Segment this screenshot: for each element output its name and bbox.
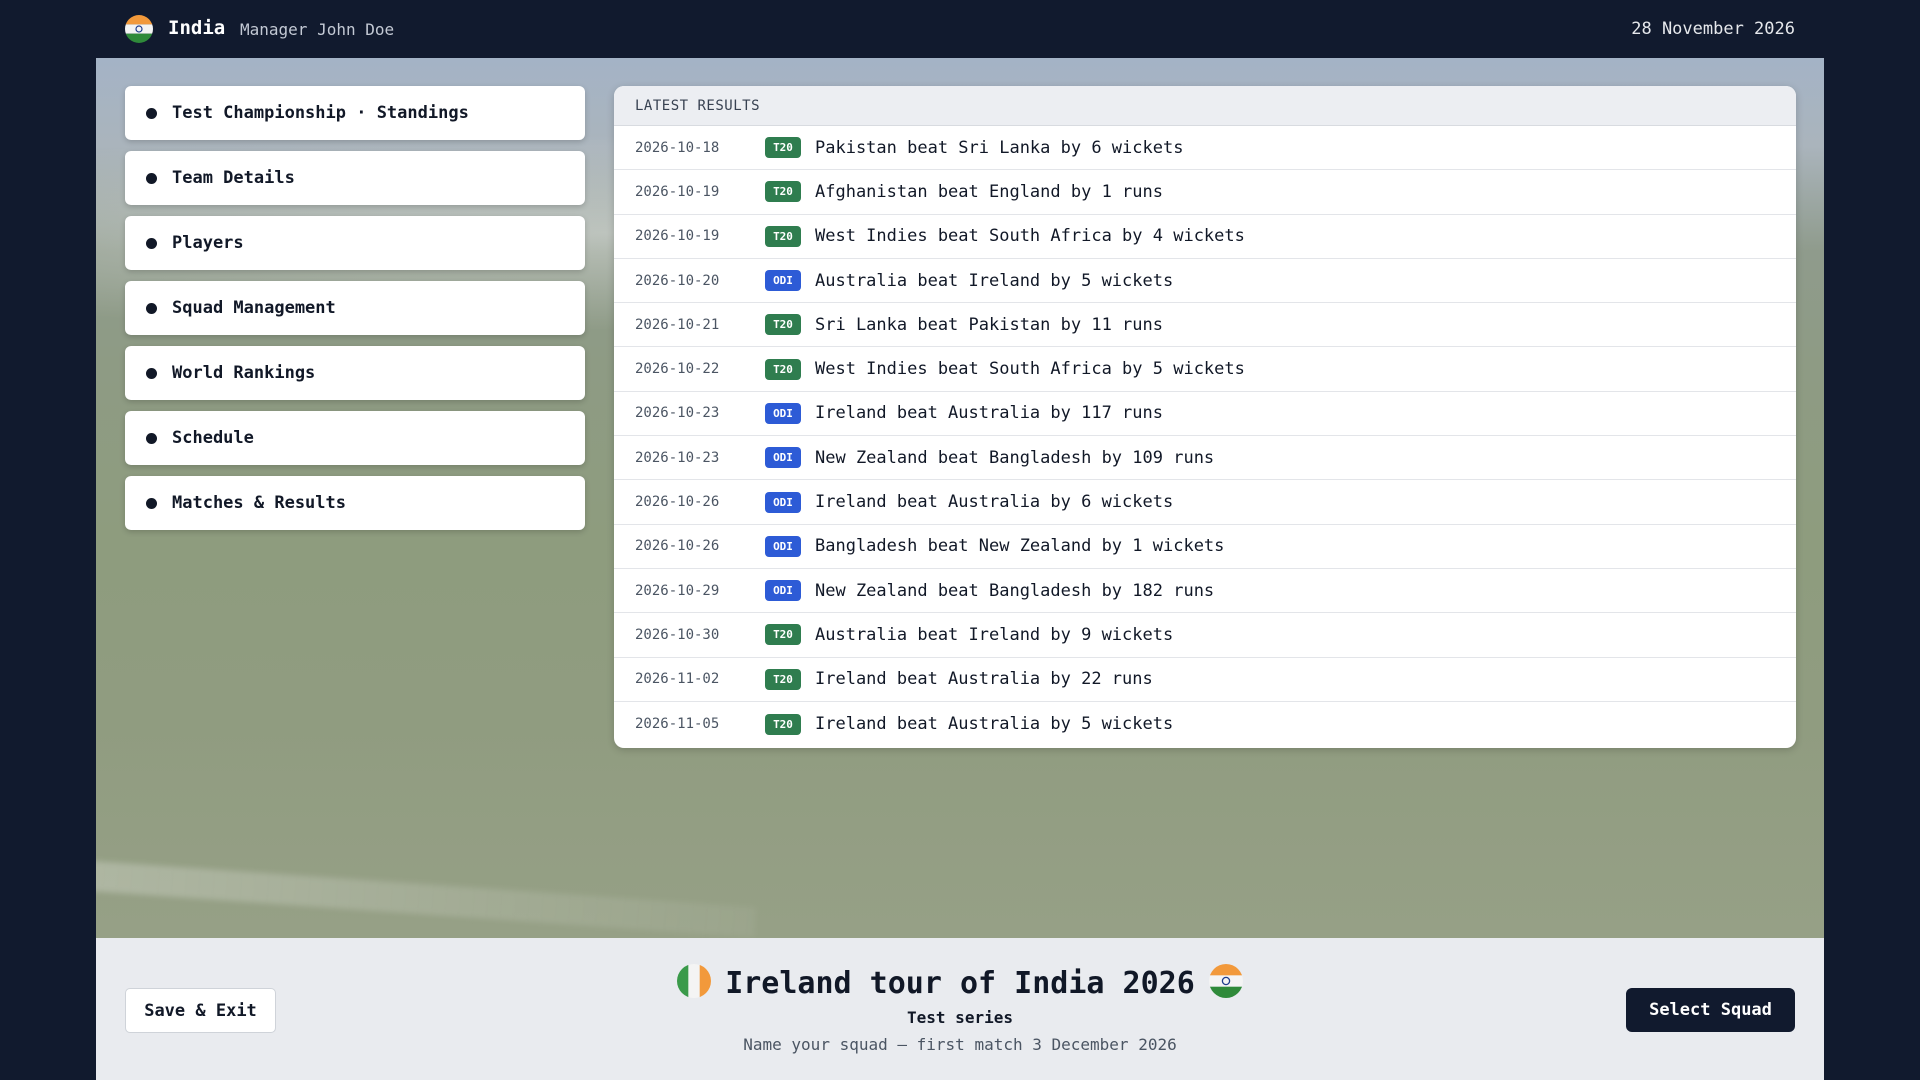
bullet-icon: [146, 107, 157, 119]
result-date: 2026-10-26: [635, 494, 720, 511]
result-row: 2026-10-20 ODI Australia beat Ireland by 5…: [614, 259, 1796, 304]
result-text: New Zealand beat Bangladesh by 182 runs: [815, 580, 1215, 601]
format-badge: ODI: [765, 491, 801, 513]
manager-name: Manager John Doe: [240, 20, 395, 39]
format-badge: T20: [765, 668, 801, 690]
result-row: 2026-10-26 ODI Bangladesh beat New Zealand…: [614, 525, 1796, 569]
tour-info: Ireland tour of India 2026 Test series N…: [96, 964, 1824, 1054]
result-date: 2026-10-23: [635, 449, 720, 466]
bottom-panel: Save & Exit Ireland tour of India 2026 T…: [96, 938, 1824, 1080]
result-date: 2026-10-30: [635, 626, 720, 643]
result-date: 2026-10-20: [635, 272, 720, 289]
result-row: 2026-11-02 T20 Ireland beat Australia by 2…: [614, 658, 1796, 702]
menu-item-matches-results[interactable]: Matches & Results: [125, 476, 585, 530]
format-badge: ODI: [765, 402, 801, 424]
result-date: 2026-10-19: [635, 228, 720, 245]
tour-title: Ireland tour of India 2026: [725, 965, 1195, 1001]
result-date: 2026-10-23: [635, 405, 720, 422]
format-badge: T20: [765, 314, 801, 336]
format-badge: ODI: [765, 447, 801, 469]
result-row: 2026-10-23 ODI Ireland beat Australia by 1…: [614, 392, 1796, 437]
result-text: Bangladesh beat New Zealand by 1 wickets: [815, 536, 1225, 557]
menu-item-label: Team Details: [172, 168, 295, 188]
result-date: 2026-10-26: [635, 538, 720, 555]
series-type: Test series: [907, 1008, 1013, 1027]
result-row: 2026-11-05 T20 Ireland beat Australia by 5…: [614, 702, 1796, 746]
menu-item-team-details[interactable]: Team Details: [125, 151, 585, 205]
menu-item-players[interactable]: Players: [125, 216, 585, 270]
bullet-icon: [146, 432, 157, 444]
result-text: Sri Lanka beat Pakistan by 11 runs: [815, 314, 1163, 335]
ireland-flag-icon: [677, 964, 712, 1002]
result-date: 2026-10-29: [635, 582, 720, 599]
menu-item-label: Schedule: [172, 428, 254, 448]
result-row: 2026-10-23 ODI New Zealand beat Bangladesh…: [614, 436, 1796, 481]
result-row: 2026-10-21 T20 Sri Lanka beat Pakistan by …: [614, 303, 1796, 348]
india-flag-icon: [1208, 964, 1243, 1002]
menu-item-label: Squad Management: [172, 298, 336, 318]
result-text: Ireland beat Australia by 5 wickets: [815, 714, 1174, 734]
result-text: Ireland beat Australia by 22 runs: [815, 669, 1153, 690]
menu-item-schedule[interactable]: Schedule: [125, 411, 585, 465]
bullet-icon: [146, 172, 157, 184]
current-date: 28 November 2026: [1631, 19, 1795, 39]
latest-results-panel: LATEST RESULTS 2026-10-18 T20 Pakistan bea…: [614, 86, 1796, 748]
result-row: 2026-10-19 T20 Afghanistan beat England by…: [614, 170, 1796, 215]
result-row: 2026-10-18 T20 Pakistan beat Sri Lanka by …: [614, 126, 1796, 171]
result-text: New Zealand beat Bangladesh by 109 runs: [815, 447, 1215, 468]
bullet-icon: [146, 367, 157, 379]
bullet-icon: [146, 497, 157, 509]
menu-item-label: Test Championship · Standings: [172, 103, 469, 123]
result-row: 2026-10-19 T20 West Indies beat South Afri…: [614, 215, 1796, 259]
squad-instruction: Name your squad — first match 3 December…: [743, 1035, 1177, 1054]
main-menu: Test Championship · Standings Team Detai…: [125, 86, 585, 541]
result-row: 2026-10-29 ODI New Zealand beat Bangladesh…: [614, 569, 1796, 614]
menu-item-world-rankings[interactable]: World Rankings: [125, 346, 585, 400]
menu-item-label: Players: [172, 233, 244, 253]
result-text: Afghanistan beat England by 1 runs: [815, 181, 1163, 202]
format-badge: T20: [765, 358, 801, 380]
menu-item-standings[interactable]: Test Championship · Standings: [125, 86, 585, 140]
result-row: 2026-10-30 T20 Australia beat Ireland by 9…: [614, 613, 1796, 658]
format-badge: ODI: [765, 535, 801, 557]
result-text: Ireland beat Australia by 6 wickets: [815, 492, 1174, 513]
result-date: 2026-11-05: [635, 716, 720, 732]
result-text: Australia beat Ireland by 5 wickets: [815, 270, 1174, 291]
result-row: 2026-10-22 T20 West Indies beat South Afri…: [614, 347, 1796, 392]
format-badge: ODI: [765, 580, 801, 602]
menu-item-label: Matches & Results: [172, 493, 346, 513]
format-badge: T20: [765, 225, 801, 247]
team-name: India: [168, 17, 226, 39]
bullet-icon: [146, 302, 157, 314]
menu-item-label: World Rankings: [172, 363, 316, 383]
result-row: 2026-10-26 ODI Ireland beat Australia by 6…: [614, 480, 1796, 525]
format-badge: T20: [765, 181, 801, 203]
format-badge: T20: [765, 713, 801, 735]
top-bar: India Manager John Doe 28 November 2026: [0, 0, 1920, 58]
panel-title: LATEST RESULTS: [614, 86, 1796, 126]
format-badge: ODI: [765, 270, 801, 292]
result-text: West Indies beat South Africa by 4 wicke…: [815, 226, 1245, 247]
result-text: West Indies beat South Africa by 5 wicke…: [815, 359, 1245, 380]
result-date: 2026-10-22: [635, 361, 720, 378]
bullet-icon: [146, 237, 157, 249]
result-text: Australia beat Ireland by 9 wickets: [815, 624, 1174, 645]
result-date: 2026-10-19: [635, 183, 720, 200]
india-flag-icon: [125, 15, 153, 47]
menu-item-squad-management[interactable]: Squad Management: [125, 281, 585, 335]
result-date: 2026-11-02: [635, 671, 720, 688]
result-date: 2026-10-18: [635, 139, 720, 156]
result-text: Pakistan beat Sri Lanka by 6 wickets: [815, 137, 1184, 158]
select-squad-button[interactable]: Select Squad: [1626, 988, 1795, 1032]
result-date: 2026-10-21: [635, 316, 720, 333]
format-badge: T20: [765, 137, 801, 159]
format-badge: T20: [765, 624, 801, 646]
result-text: Ireland beat Australia by 117 runs: [815, 403, 1163, 424]
